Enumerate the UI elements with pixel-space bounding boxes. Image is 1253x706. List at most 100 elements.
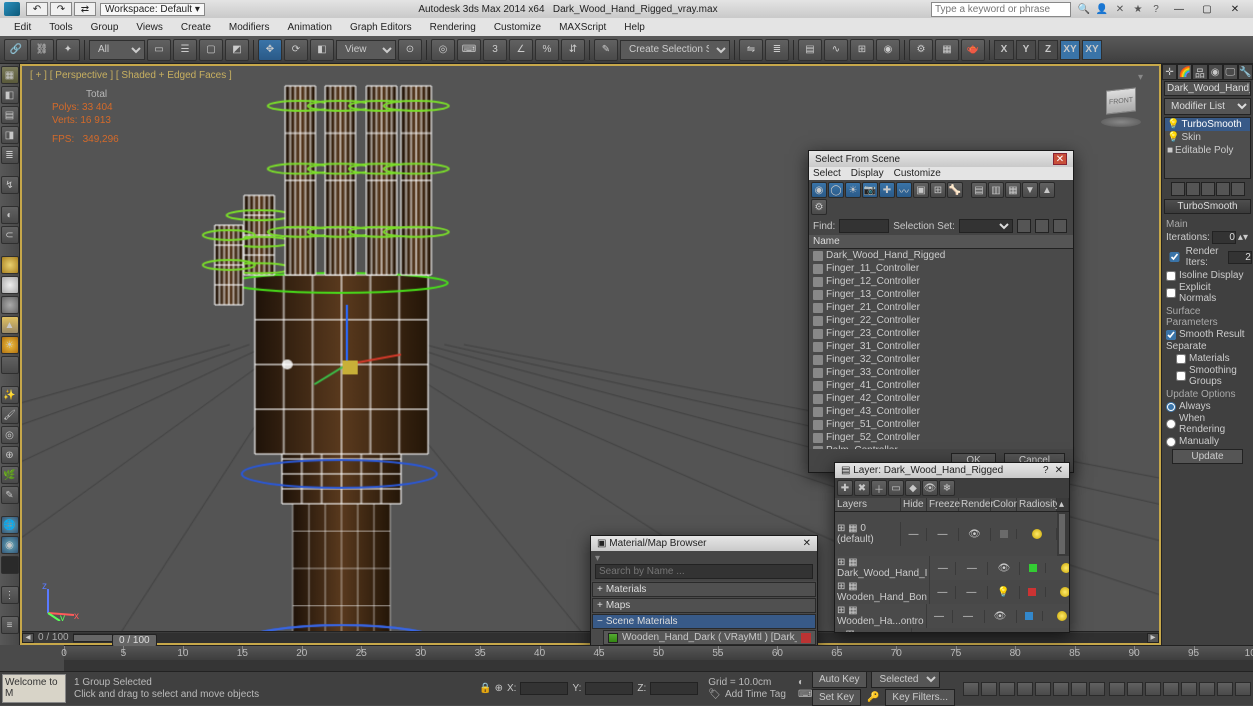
menu-graph-editors[interactable]: Graph Editors: [342, 21, 420, 34]
scene-item[interactable]: Finger_21_Controller: [809, 301, 1073, 314]
prev-frame-icon[interactable]: [981, 682, 997, 696]
sfs-menu-select[interactable]: Select: [813, 168, 841, 179]
tab-modify-icon[interactable]: 🌈: [1177, 64, 1192, 80]
mirror-icon[interactable]: ⇋: [739, 39, 763, 61]
filter-cameras-icon[interactable]: 📷: [862, 182, 878, 198]
ribbon-brush-icon[interactable]: 🖌: [1, 406, 19, 424]
scene-item[interactable]: Finger_12_Controller: [809, 275, 1073, 288]
sfs-column-name[interactable]: Name: [809, 235, 1073, 249]
set-key-button[interactable]: Set Key: [812, 689, 861, 706]
use-pivot-icon[interactable]: ⊙: [398, 39, 422, 61]
layer-freeze-icon[interactable]: ❄: [939, 480, 955, 496]
select-rect-icon[interactable]: ▢: [199, 39, 223, 61]
percent-snap-icon[interactable]: %: [535, 39, 559, 61]
menu-create[interactable]: Create: [173, 21, 219, 34]
filter-geometry-icon[interactable]: ◉: [811, 182, 827, 198]
sfs-set1-icon[interactable]: [1017, 219, 1031, 233]
select-name-icon[interactable]: ☰: [173, 39, 197, 61]
constraint-x[interactable]: X: [994, 40, 1014, 60]
menu-customize[interactable]: Customize: [486, 21, 549, 34]
layer-help-icon[interactable]: ?: [1043, 465, 1049, 476]
explicit-normals-check[interactable]: [1166, 288, 1176, 298]
layer-select-obj-icon[interactable]: ▭: [888, 480, 904, 496]
tab-utilities-icon[interactable]: 🔧: [1238, 64, 1253, 80]
select-manipulate-icon[interactable]: ◎: [431, 39, 455, 61]
filter-space-icon[interactable]: 〰: [896, 182, 912, 198]
spinner-snap-icon[interactable]: ⇵: [561, 39, 585, 61]
update-manual-radio[interactable]: [1166, 437, 1176, 447]
scene-item[interactable]: Finger_42_Controller: [809, 392, 1073, 405]
scene-item[interactable]: Finger_22_Controller: [809, 314, 1073, 327]
ribbon-cone-icon[interactable]: ▲: [1, 316, 19, 334]
layer-row[interactable]: ⊞ ▦ Wooden_Hand_Bon——💡: [835, 580, 1069, 604]
auto-key-button[interactable]: Auto Key: [812, 671, 867, 688]
rendered-frame-icon[interactable]: ▦: [935, 39, 959, 61]
pin-stack-icon[interactable]: [1171, 182, 1185, 196]
filter-groups-icon[interactable]: ▣: [913, 182, 929, 198]
menu-modifiers[interactable]: Modifiers: [221, 21, 278, 34]
sep-sg-check[interactable]: [1176, 371, 1186, 381]
scene-object-list[interactable]: Dark_Wood_Hand_RiggedFinger_11_Controlle…: [809, 249, 1073, 449]
render-iters-spinner[interactable]: [1228, 251, 1252, 264]
bind-icon[interactable]: ✦: [56, 39, 80, 61]
edit-named-sel-icon[interactable]: ✎: [594, 39, 618, 61]
scene-item[interactable]: Finger_11_Controller: [809, 262, 1073, 275]
sfs-none-icon[interactable]: ▥: [988, 182, 1004, 198]
layer-highlight-icon[interactable]: ◆: [905, 480, 921, 496]
ribbon-sphere-white-icon[interactable]: [1, 276, 19, 294]
update-render-radio[interactable]: [1166, 419, 1176, 429]
close-icon[interactable]: ✕: [1053, 153, 1067, 165]
maxscript-mini-listener[interactable]: Welcome to M: [2, 674, 66, 703]
ribbon-swift-icon[interactable]: ◐: [1, 206, 19, 224]
ribbon-more-icon[interactable]: ⋮: [1, 586, 19, 604]
ribbon-sphere-yellow-icon[interactable]: [1, 256, 19, 274]
redo-button[interactable]: ↷: [50, 2, 72, 16]
scroll-left-icon[interactable]: ◂: [22, 633, 34, 643]
tab-display-icon[interactable]: 🖵: [1223, 64, 1238, 80]
coord-z-input[interactable]: [650, 682, 698, 695]
max-toggle-icon[interactable]: [1235, 682, 1251, 696]
tab-create-icon[interactable]: ✛: [1162, 64, 1177, 80]
exchange-icon[interactable]: ✕: [1112, 2, 1128, 16]
scene-item[interactable]: Dark_Wood_Hand_Rigged: [809, 249, 1073, 262]
scene-materials-section[interactable]: −Scene Materials: [592, 614, 816, 629]
layer-row[interactable]: ⊞ ▦ 0 (default)——👁: [835, 512, 1069, 556]
ribbon-edit-icon[interactable]: ✎: [1, 486, 19, 504]
material-search-input[interactable]: [595, 564, 813, 579]
coord-x-input[interactable]: [520, 682, 568, 695]
snap-2d-icon[interactable]: 3: [483, 39, 507, 61]
timeline[interactable]: 0 / 100 05101520253035404550556065707580…: [64, 645, 1253, 671]
menu-maxscript[interactable]: MAXScript: [551, 21, 614, 34]
key-mode-icon[interactable]: [1053, 682, 1069, 696]
select-rotate-icon[interactable]: ⟳: [284, 39, 308, 61]
find-input[interactable]: [839, 219, 889, 233]
scene-item[interactable]: Finger_51_Controller: [809, 418, 1073, 431]
filter-shapes-icon[interactable]: ◯: [828, 182, 844, 198]
scene-item[interactable]: Finger_13_Controller: [809, 288, 1073, 301]
render-iters-check[interactable]: [1166, 252, 1183, 262]
key-mode-dropdown[interactable]: Selected: [871, 671, 940, 688]
layer-new-icon[interactable]: ✚: [837, 480, 853, 496]
modifier-list-dropdown[interactable]: Modifier List: [1164, 98, 1251, 115]
named-selection-dropdown[interactable]: Create Selection S: [620, 40, 730, 60]
ribbon-gizmo-icon[interactable]: ⊕: [1, 446, 19, 464]
orbit-icon[interactable]: [1217, 682, 1233, 696]
tab-motion-icon[interactable]: ◉: [1208, 64, 1223, 80]
link-button[interactable]: ⇄: [74, 2, 96, 16]
remove-mod-icon[interactable]: [1216, 182, 1230, 196]
update-always-radio[interactable]: [1166, 402, 1176, 412]
layer-close-icon[interactable]: ✕: [1055, 465, 1063, 476]
keyboard-shortcut-icon[interactable]: ⌨: [457, 39, 481, 61]
ribbon-connect-icon[interactable]: ⊂: [1, 226, 19, 244]
filter-xrefs-icon[interactable]: ⊞: [930, 182, 946, 198]
viewport-label[interactable]: [ + ] [ Perspective ] [ Shaded + Edged F…: [30, 70, 232, 81]
ribbon-blank-icon[interactable]: [1, 356, 19, 374]
materials-section[interactable]: +Materials: [592, 582, 816, 597]
scene-item[interactable]: Finger_31_Controller: [809, 340, 1073, 353]
tab-hierarchy-icon[interactable]: 品: [1192, 64, 1207, 80]
frame-input-icon[interactable]: [1089, 682, 1105, 696]
goto-start-icon[interactable]: [963, 682, 979, 696]
material-editor-icon[interactable]: ◉: [876, 39, 900, 61]
ribbon-dark-icon[interactable]: [1, 556, 19, 574]
layer-delete-icon[interactable]: ✖: [854, 480, 870, 496]
